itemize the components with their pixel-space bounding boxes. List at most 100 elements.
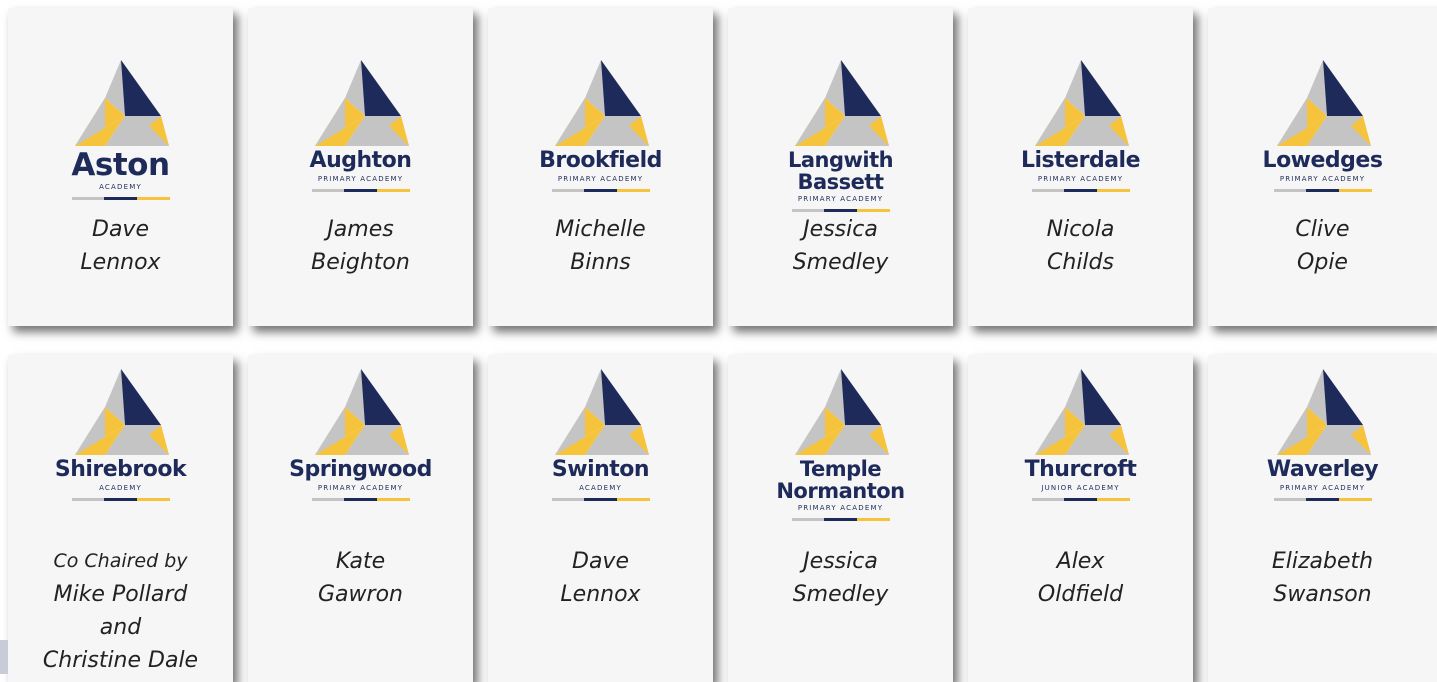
brand-color-bar bbox=[791, 209, 890, 212]
school-name: Aughton bbox=[309, 148, 412, 173]
academy-logo: Temple Normanton PRIMARY ACADEMY bbox=[728, 367, 953, 521]
chair-name-line: Dave bbox=[92, 217, 149, 242]
school-subtitle: ACADEMY bbox=[99, 183, 142, 191]
chair-name-line: James bbox=[327, 217, 394, 242]
academy-card[interactable]: Langwith Bassett PRIMARY ACADEMY Jessica Sme… bbox=[728, 8, 953, 326]
brand-color-bar bbox=[1031, 189, 1130, 192]
academy-triangle-icon bbox=[554, 60, 649, 146]
chair-name-line: Kate bbox=[335, 549, 386, 574]
chair-name: Jessica Smedley bbox=[728, 545, 953, 611]
academy-grid: Aston ACADEMY Dave Lennox Aughton PRIMARY ACA… bbox=[8, 8, 1437, 682]
academy-triangle-icon bbox=[314, 60, 409, 146]
school-subtitle: PRIMARY ACADEMY bbox=[1037, 175, 1124, 183]
chair-name-line: Clive bbox=[1295, 217, 1350, 242]
brand-color-bar bbox=[71, 498, 170, 501]
brand-color-bar bbox=[551, 498, 650, 501]
brand-color-bar bbox=[791, 518, 890, 521]
chair-name-line: Childs bbox=[1047, 250, 1114, 275]
chair-name: Kate Gawron bbox=[248, 545, 473, 611]
chair-name-line: Christine Dale bbox=[42, 648, 199, 673]
side-tab[interactable] bbox=[0, 640, 8, 674]
school-name: Brookfield bbox=[539, 148, 662, 173]
chair-name: Jessica Smedley bbox=[728, 213, 953, 279]
chair-name-line: Dave bbox=[572, 549, 629, 574]
brand-color-bar bbox=[311, 189, 410, 192]
academy-triangle-icon bbox=[1276, 369, 1371, 455]
academy-card[interactable]: Springwood PRIMARY ACADEMY Kate Gawron bbox=[248, 355, 473, 682]
chair-name-line: Opie bbox=[1297, 250, 1348, 275]
academy-triangle-icon bbox=[1034, 369, 1129, 455]
academy-card[interactable]: Swinton ACADEMY Dave Lennox bbox=[488, 355, 713, 682]
school-name: Aston bbox=[71, 147, 170, 183]
school-name: Temple bbox=[799, 457, 882, 481]
school-subtitle: PRIMARY ACADEMY bbox=[797, 195, 884, 203]
chair-name-line: Mike Pollard bbox=[53, 582, 188, 607]
chair-name-line: Jessica bbox=[803, 217, 878, 242]
academy-triangle-icon bbox=[74, 60, 169, 146]
school-subtitle: PRIMARY ACADEMY bbox=[317, 175, 404, 183]
brand-color-bar bbox=[1273, 498, 1372, 501]
academy-logo: Listerdale PRIMARY ACADEMY bbox=[968, 58, 1193, 192]
brand-color-bar bbox=[311, 498, 410, 501]
chair-name: Elizabeth Swanson bbox=[1208, 545, 1437, 611]
brand-color-bar bbox=[551, 189, 650, 192]
academy-card[interactable]: Aston ACADEMY Dave Lennox bbox=[8, 8, 233, 326]
school-subtitle: PRIMARY ACADEMY bbox=[1279, 175, 1366, 183]
brand-color-bar bbox=[1273, 189, 1372, 192]
academy-card[interactable]: Listerdale PRIMARY ACADEMY Nicola Childs bbox=[968, 8, 1193, 326]
school-name: Springwood bbox=[289, 457, 432, 482]
school-subtitle: PRIMARY ACADEMY bbox=[797, 504, 884, 512]
school-name: Bassett bbox=[797, 170, 885, 194]
academy-logo: Lowedges PRIMARY ACADEMY bbox=[1208, 58, 1437, 192]
chair-name: Co Chaired by Mike Pollard and Christine Da… bbox=[8, 545, 233, 677]
school-subtitle: JUNIOR ACADEMY bbox=[1041, 484, 1120, 492]
chair-name: Alex Oldfield bbox=[968, 545, 1193, 611]
academy-triangle-icon bbox=[314, 369, 409, 455]
chair-name: James Beighton bbox=[248, 213, 473, 279]
school-name: Listerdale bbox=[1021, 148, 1141, 173]
chair-name-line: Elizabeth bbox=[1271, 549, 1374, 574]
academy-row-1: Aston ACADEMY Dave Lennox Aughton PRIMARY ACA… bbox=[8, 8, 1437, 326]
school-name: Shirebrook bbox=[54, 457, 187, 482]
academy-card[interactable]: Temple Normanton PRIMARY ACADEMY Jessica Sme… bbox=[728, 355, 953, 682]
brand-color-bar bbox=[1031, 498, 1130, 501]
school-subtitle: PRIMARY ACADEMY bbox=[557, 175, 644, 183]
chair-name-line: Co Chaired by bbox=[53, 550, 188, 572]
chair-name-line: Lennox bbox=[80, 250, 161, 275]
academy-card[interactable]: Lowedges PRIMARY ACADEMY Clive Opie bbox=[1208, 8, 1437, 326]
academy-logo: Swinton ACADEMY bbox=[488, 367, 713, 501]
academy-row-2: Shirebrook ACADEMY Co Chaired by Mike Polla… bbox=[8, 355, 1437, 682]
academy-triangle-icon bbox=[74, 369, 169, 455]
school-name: Normanton bbox=[776, 479, 905, 503]
academy-triangle-icon bbox=[794, 369, 889, 455]
brand-color-bar bbox=[71, 197, 170, 200]
academy-logo: Brookfield PRIMARY ACADEMY bbox=[488, 58, 713, 192]
chair-name-line: Smedley bbox=[792, 250, 889, 275]
academy-logo: Shirebrook ACADEMY bbox=[8, 367, 233, 501]
academy-card[interactable]: Aughton PRIMARY ACADEMY James Beighton bbox=[248, 8, 473, 326]
chair-name-line: Alex bbox=[1056, 549, 1105, 574]
academy-triangle-icon bbox=[1276, 60, 1371, 146]
chair-name-line: Gawron bbox=[318, 582, 403, 607]
academy-logo: Waverley PRIMARY ACADEMY bbox=[1208, 367, 1437, 501]
academy-card[interactable]: Brookfield PRIMARY ACADEMY Michelle Binns bbox=[488, 8, 713, 326]
academy-card[interactable]: Shirebrook ACADEMY Co Chaired by Mike Polla… bbox=[8, 355, 233, 682]
chair-name: Dave Lennox bbox=[488, 545, 713, 611]
academy-card[interactable]: Thurcroft JUNIOR ACADEMY Alex Oldfield bbox=[968, 355, 1193, 682]
school-name: Langwith bbox=[787, 148, 894, 172]
school-name: Lowedges bbox=[1262, 148, 1383, 173]
chair-name: Michelle Binns bbox=[488, 213, 713, 279]
school-name: Waverley bbox=[1266, 457, 1379, 482]
chair-name-line: Jessica bbox=[803, 549, 878, 574]
school-name: Thurcroft bbox=[1024, 457, 1137, 482]
academy-triangle-icon bbox=[1034, 60, 1129, 146]
school-subtitle: PRIMARY ACADEMY bbox=[1279, 484, 1366, 492]
academy-logo: Springwood PRIMARY ACADEMY bbox=[248, 367, 473, 501]
chair-name-line: Beighton bbox=[311, 250, 410, 275]
school-subtitle: PRIMARY ACADEMY bbox=[317, 484, 404, 492]
academy-logo: Langwith Bassett PRIMARY ACADEMY bbox=[728, 58, 953, 212]
academy-card[interactable]: Waverley PRIMARY ACADEMY Elizabeth Swanson bbox=[1208, 355, 1437, 682]
academy-logo: Aughton PRIMARY ACADEMY bbox=[248, 58, 473, 192]
chair-name-line: Swanson bbox=[1273, 582, 1372, 607]
chair-name: Nicola Childs bbox=[968, 213, 1193, 279]
